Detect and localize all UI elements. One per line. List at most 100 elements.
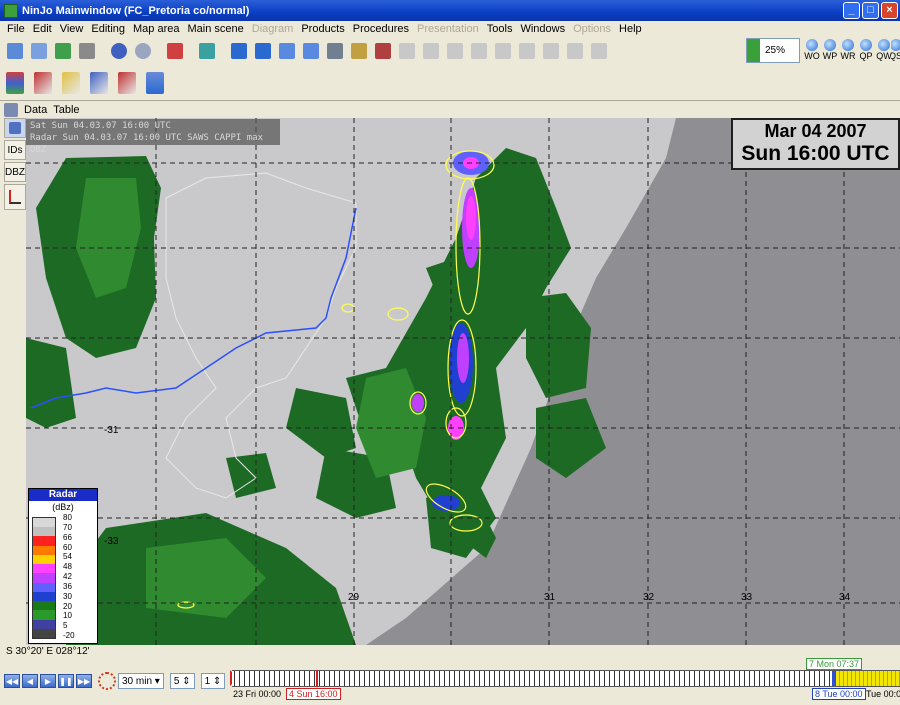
end-time-label: 8 Tue 00:00	[812, 688, 866, 700]
menu-presentation[interactable]: Presentation	[413, 23, 483, 35]
menu-editing[interactable]: Editing	[87, 23, 129, 35]
wp-button[interactable]: WP	[821, 39, 839, 61]
screenshot-button[interactable]	[164, 40, 186, 62]
menu-file[interactable]: File	[3, 23, 29, 35]
pause-button[interactable]: ❚❚	[58, 674, 74, 688]
satellite-layer-button[interactable]	[32, 68, 54, 98]
save-scene-button[interactable]	[52, 40, 74, 62]
tab-data[interactable]: Data	[24, 104, 47, 116]
rotate-left-icon	[471, 43, 487, 59]
tracking-layer-button[interactable]	[144, 68, 166, 98]
first-frame-button[interactable]: ◀◀	[4, 674, 20, 688]
menu-windows[interactable]: Windows	[516, 23, 569, 35]
globe-icon	[7, 43, 23, 59]
zoom-out-icon	[303, 43, 319, 59]
map-view-button[interactable]	[196, 40, 218, 62]
valid-date: Mar 04 2007	[764, 121, 867, 141]
lightning-layer-button[interactable]	[88, 68, 110, 98]
menu-edit[interactable]: Edit	[29, 23, 56, 35]
zoom-window-button[interactable]	[324, 40, 346, 62]
copy-button[interactable]	[564, 40, 586, 62]
memory-progress: 25%	[746, 38, 800, 63]
point-tool-button[interactable]	[420, 40, 442, 62]
menu-tools[interactable]: Tools	[483, 23, 517, 35]
radar-legend: Radar (dBz) 80 70 66 60 54 48 42 36 30 20 10 5 -20	[28, 488, 98, 644]
qw-label: QW	[876, 51, 892, 61]
legend-color-segment	[33, 601, 55, 611]
current-time-label: 4 Sun 16:00	[286, 688, 341, 700]
print-button[interactable]	[76, 40, 98, 62]
play-button[interactable]: ▶	[40, 674, 56, 688]
satellite-layer-icon	[34, 71, 52, 94]
menu-map-area[interactable]: Map area	[129, 23, 183, 35]
menu-help[interactable]: Help	[615, 23, 646, 35]
qp-button[interactable]: QP	[857, 39, 875, 61]
zoom-out-button[interactable]	[300, 40, 322, 62]
dbz-button[interactable]: DBZ	[4, 162, 26, 182]
new-scene-button[interactable]	[4, 40, 26, 62]
legend-tick-label: 42	[63, 572, 72, 581]
edit-tool-button[interactable]	[396, 40, 418, 62]
qp-label: QP	[859, 51, 873, 61]
animation-settings-icon[interactable]	[98, 672, 116, 690]
menu-diagram[interactable]: Diagram	[248, 23, 298, 35]
rotate-left-button[interactable]	[468, 40, 490, 62]
hand-tool-button[interactable]	[444, 40, 466, 62]
map-view[interactable]: -31 -33 29 31 32 33 34	[26, 118, 900, 645]
legend-color-segment	[33, 536, 55, 546]
open-scene-button[interactable]	[28, 40, 50, 62]
close-button[interactable]: ×	[881, 2, 898, 19]
zoom-in-button[interactable]	[276, 40, 298, 62]
layout-icon	[543, 43, 559, 59]
grid-button[interactable]	[516, 40, 538, 62]
wo-button[interactable]: WO	[803, 39, 821, 61]
tab-table[interactable]: Table	[53, 104, 79, 116]
legend-color-segment	[33, 610, 55, 620]
lon-label-34: 34	[839, 592, 851, 603]
tab-wrench-icon[interactable]	[4, 102, 18, 117]
select-tool-button[interactable]	[228, 40, 250, 62]
timeline-track[interactable]	[232, 670, 900, 687]
pan-tool-button[interactable]	[252, 40, 274, 62]
scissors-icon	[375, 43, 391, 59]
redo-button[interactable]	[132, 40, 154, 62]
ids-button[interactable]: IDs	[4, 140, 26, 160]
paste-button[interactable]	[588, 40, 610, 62]
menu-options[interactable]: Options	[569, 23, 615, 35]
observation-layer-button[interactable]	[60, 68, 82, 98]
arrow-icon	[231, 43, 247, 59]
app-icon	[4, 3, 18, 18]
layer-manager-button[interactable]	[4, 68, 26, 98]
menu-main-scene[interactable]: Main scene	[183, 23, 247, 35]
radar-layer-icon	[118, 71, 136, 94]
rotate-right-button[interactable]	[492, 40, 514, 62]
radar-layer-button[interactable]	[116, 68, 138, 98]
minimize-button[interactable]: _	[843, 2, 860, 19]
menu-procedures[interactable]: Procedures	[349, 23, 413, 35]
last-frame-button[interactable]: ▶▶	[76, 674, 92, 688]
progress-fill	[747, 39, 760, 62]
legend-tick-label: 5	[63, 621, 68, 631]
frame-count-spinner[interactable]: 5 ⇕	[169, 673, 195, 689]
cell-tracking-button[interactable]	[4, 118, 26, 138]
delete-tool-button[interactable]	[372, 40, 394, 62]
maximize-button[interactable]: □	[862, 2, 879, 19]
current-time-marker[interactable]	[316, 670, 318, 687]
copy-icon	[567, 43, 583, 59]
legend-color-segment	[33, 527, 55, 537]
undo-button[interactable]	[108, 40, 130, 62]
time-step-select[interactable]: 30 min ▾	[118, 673, 164, 689]
annotation-button[interactable]	[348, 40, 370, 62]
layout-button[interactable]	[540, 40, 562, 62]
wr-button[interactable]: WR	[839, 39, 857, 61]
graph-button[interactable]	[4, 184, 26, 210]
menu-view[interactable]: View	[56, 23, 88, 35]
speed-spinner[interactable]: 1 ⇕	[200, 673, 226, 689]
prev-frame-button[interactable]: ◀	[22, 674, 38, 688]
qp-icon	[860, 39, 872, 51]
qs-button[interactable]: QS	[891, 39, 900, 61]
left-toolbar: IDs DBZ	[4, 118, 26, 218]
menu-products[interactable]: Products	[297, 23, 348, 35]
lat-label-31: -31	[104, 425, 119, 436]
qs-label: QS	[891, 51, 900, 61]
